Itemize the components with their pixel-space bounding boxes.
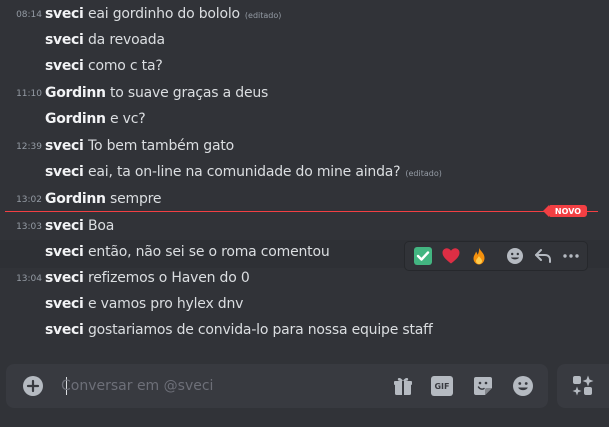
message-text: então, não sei se o roma comentou (88, 244, 330, 260)
message-author[interactable]: sveci (45, 58, 84, 74)
message-row[interactable]: 11:10 Gordinn to suave graças a deus (0, 81, 609, 107)
message-row[interactable]: 13:02 Gordinn sempre (0, 187, 609, 213)
message-timestamp: 13:02 (16, 195, 42, 205)
message-text: e vc? (110, 111, 146, 127)
add-attachment-icon (23, 376, 43, 396)
edited-tag: (editado) (405, 169, 442, 178)
message-author[interactable]: sveci (45, 218, 84, 234)
reply-icon (535, 249, 551, 263)
message-text: sempre (110, 191, 162, 207)
message-row[interactable]: 12:39 sveci To bem também gato (0, 134, 609, 160)
message-author[interactable]: sveci (45, 138, 84, 154)
message-composer: GIF (6, 364, 548, 408)
message-timestamp: 13:03 (16, 222, 42, 232)
message-row[interactable]: sveci gostariamos de convida-lo para nos… (0, 318, 609, 344)
message-row[interactable]: 13:04 sveci refizemos o Haven do 0 (0, 266, 609, 292)
message-author[interactable]: Gordinn (45, 111, 106, 127)
sticker-icon (474, 377, 492, 395)
add-reaction-icon (507, 248, 523, 264)
message-text: To bem também gato (88, 138, 234, 154)
emoji-icon (513, 376, 533, 396)
gif-icon: GIF (431, 376, 453, 396)
message-author[interactable]: sveci (45, 322, 84, 338)
message-text: eai, ta on-line na comunidade do mine ai… (88, 164, 442, 180)
more-icon (563, 254, 579, 258)
message-text: gostariamos de convida-lo para nossa equ… (88, 322, 433, 338)
check-mark-icon (414, 247, 432, 265)
message-author[interactable]: sveci (45, 164, 84, 180)
message-row[interactable]: sveci e vamos pro hylex dnv (0, 292, 609, 318)
message-text: to suave graças a deus (110, 85, 269, 101)
heart-icon (442, 248, 460, 264)
message-row[interactable]: Gordinn e vc? (0, 107, 609, 133)
message-author[interactable]: sveci (45, 296, 84, 312)
message-timestamp: 13:04 (16, 274, 42, 284)
message-input[interactable] (61, 376, 381, 396)
gift-button[interactable] (391, 374, 415, 398)
message-text: Boa (88, 218, 115, 234)
message-text: refizemos o Haven do 0 (88, 270, 250, 286)
emoji-button[interactable] (511, 374, 535, 398)
apps-button[interactable] (557, 364, 609, 408)
message-text: e vamos pro hylex dnv (88, 296, 244, 312)
gift-icon (394, 378, 412, 395)
message-row[interactable]: sveci da revoada (0, 28, 609, 54)
message-timestamp: 12:39 (16, 142, 42, 152)
fire-icon (473, 247, 485, 265)
gif-label: GIF (434, 381, 450, 391)
message-row[interactable]: sveci eai, ta on-line na comunidade do m… (0, 160, 609, 186)
sticker-button[interactable] (471, 374, 495, 398)
message-author[interactable]: Gordinn (45, 85, 106, 101)
message-row[interactable]: 13:03 sveci Boa (0, 214, 609, 240)
message-text: como c ta? (88, 58, 163, 74)
message-author[interactable]: sveci (45, 270, 84, 286)
message-author[interactable]: sveci (45, 6, 84, 22)
message-text: da revoada (88, 32, 165, 48)
message-text: eai gordinho do bololo (editado) (88, 6, 282, 22)
message-timestamp: 11:10 (16, 89, 42, 99)
message-row[interactable]: sveci como c ta? (0, 54, 609, 80)
add-attachment-button[interactable] (21, 374, 45, 398)
new-messages-divider (5, 211, 598, 212)
message-row[interactable]: 08:14 sveci eai gordinho do bololo (edita… (0, 2, 609, 28)
message-timestamp: 08:14 (16, 10, 42, 20)
message-author[interactable]: sveci (45, 244, 84, 260)
chat-area: 08:14 sveci eai gordinho do bololo (edita… (0, 0, 609, 427)
gif-button[interactable]: GIF (430, 374, 454, 398)
apps-icon (572, 375, 594, 396)
edited-tag: (editado) (244, 11, 282, 20)
message-author[interactable]: sveci (45, 32, 84, 48)
message-author[interactable]: Gordinn (45, 191, 106, 207)
